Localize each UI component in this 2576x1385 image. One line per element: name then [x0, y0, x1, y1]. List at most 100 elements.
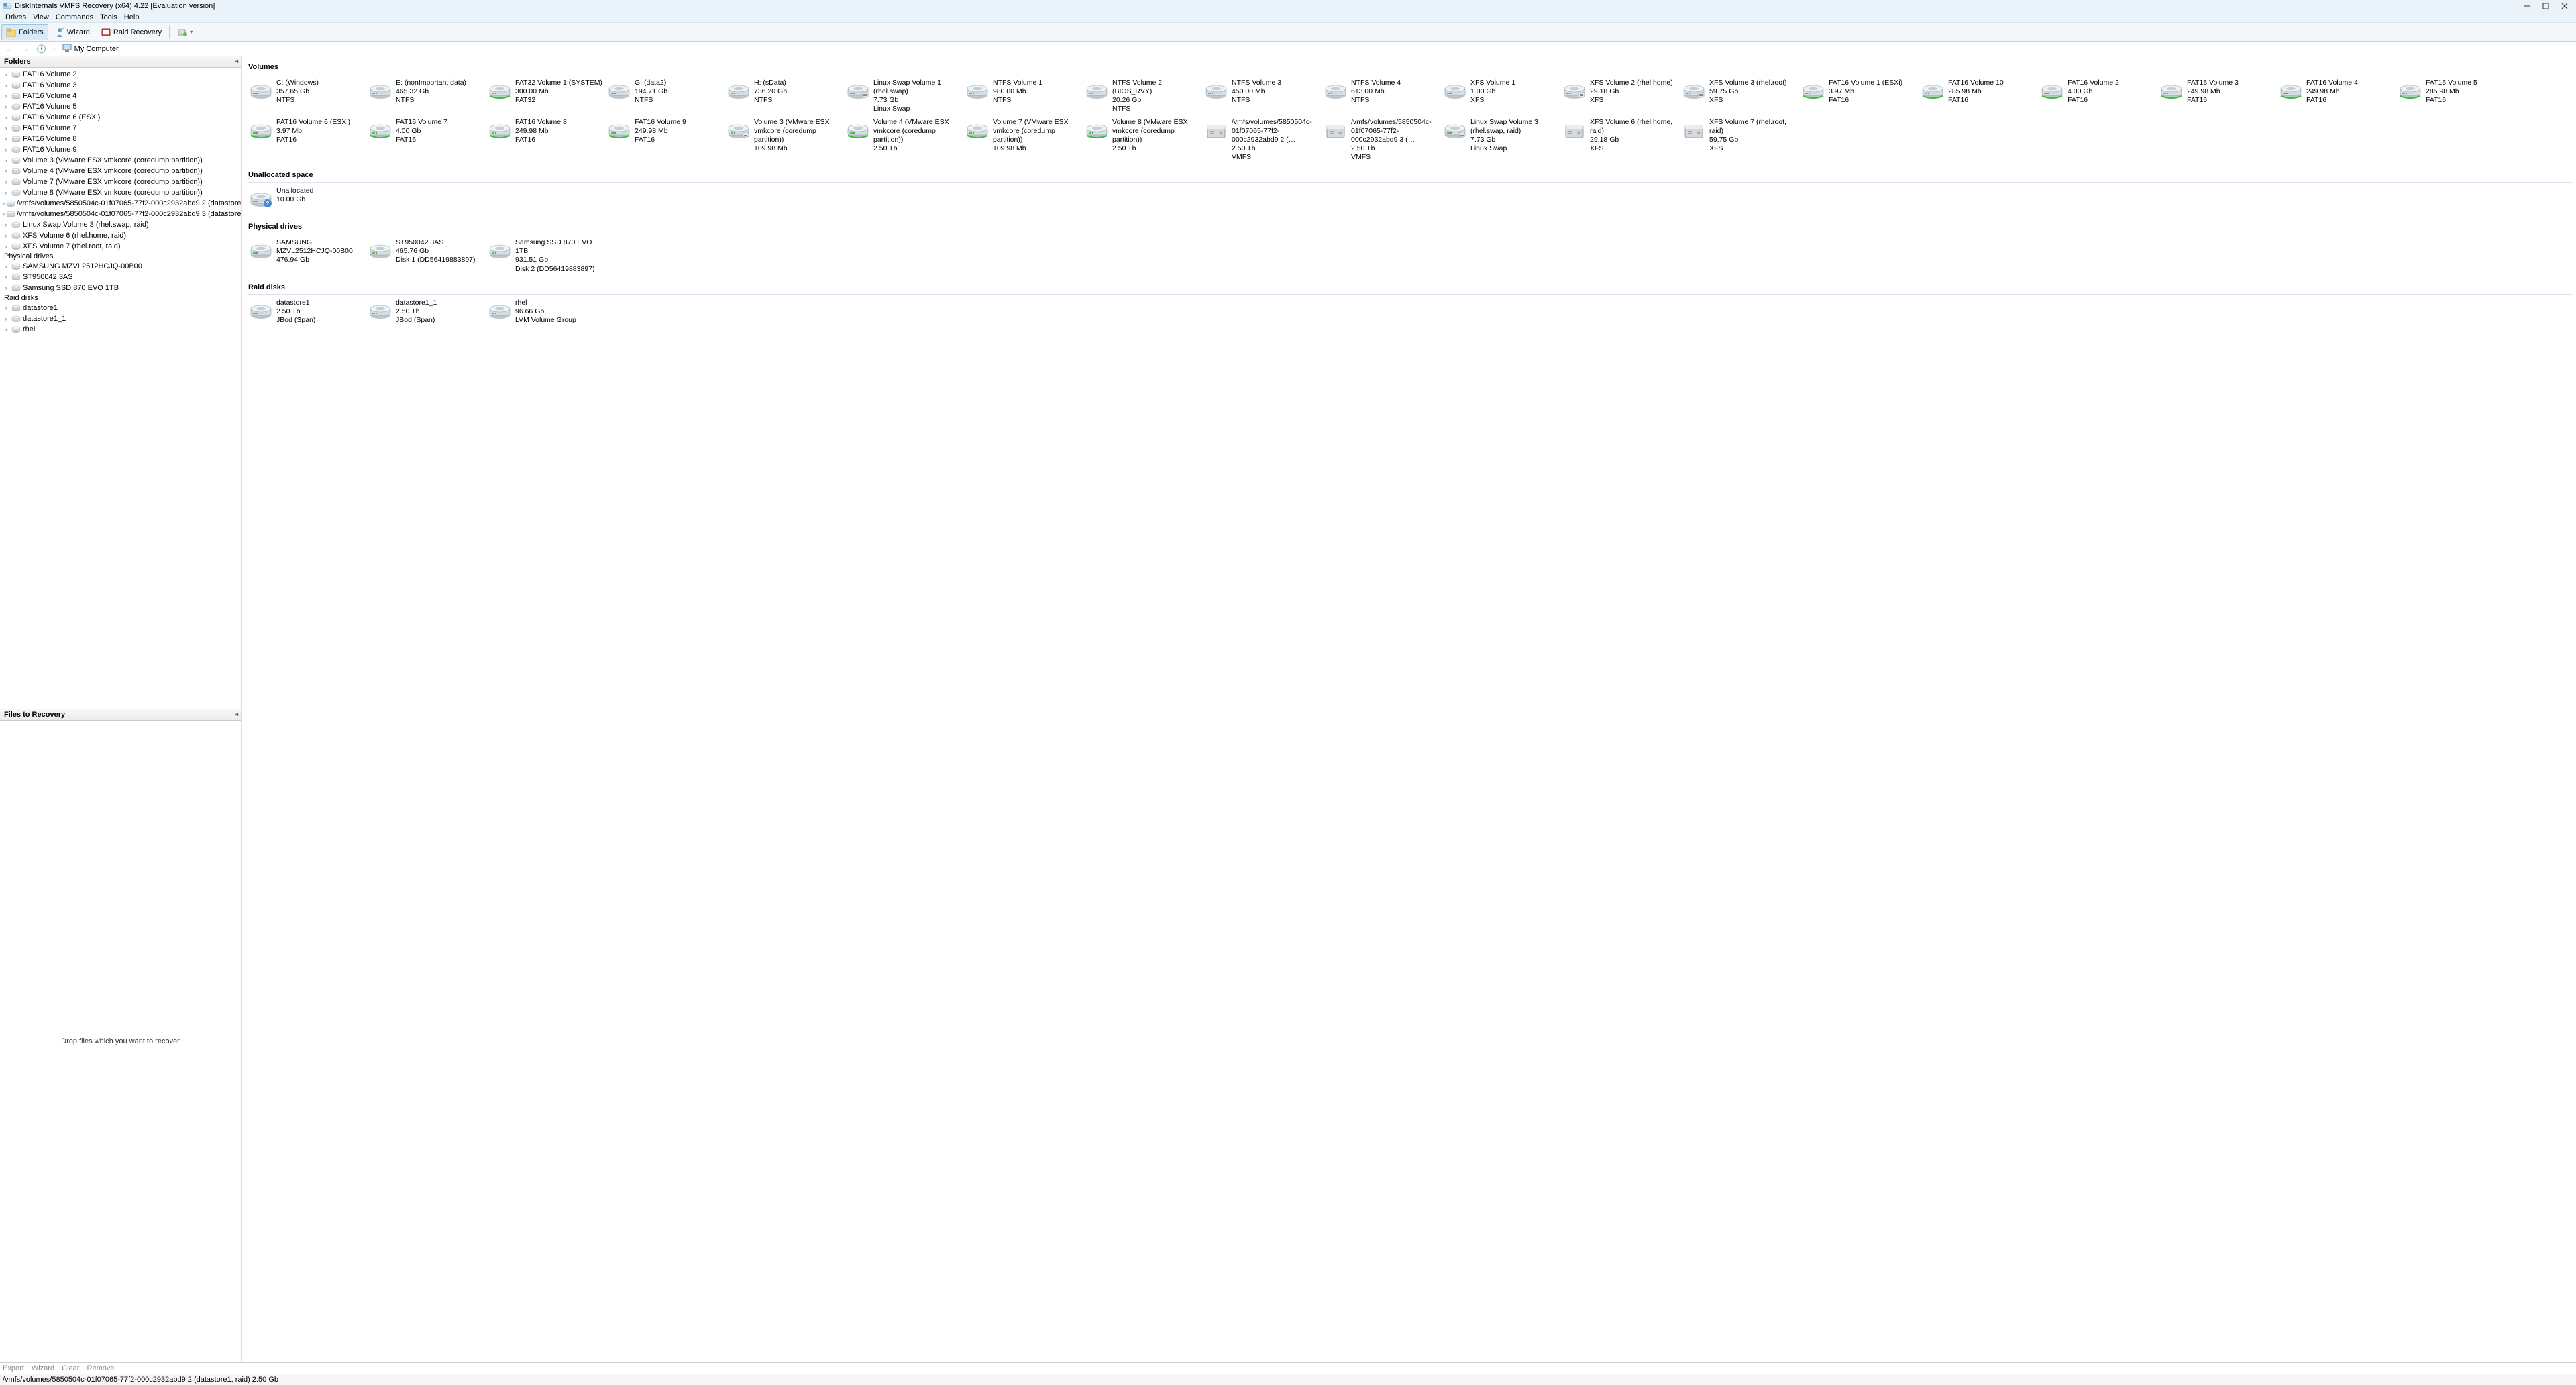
menu-tools[interactable]: Tools: [97, 13, 121, 22]
tree-item[interactable]: › Volume 4 (VMware ESX vmkcore (coredump…: [0, 166, 241, 176]
volume-item[interactable]: FAT16 Volume 7 4.00 Gb FAT16: [366, 117, 486, 164]
expander-icon[interactable]: ›: [3, 178, 9, 185]
tree-item[interactable]: › datastore1: [0, 303, 241, 313]
expander-icon[interactable]: ›: [3, 305, 9, 311]
volume-item[interactable]: Linux Swap Volume 1 (rhel.swap) 7.73 Gb …: [844, 77, 963, 115]
expander-icon[interactable]: ›: [3, 125, 9, 132]
footer-remove[interactable]: Remove: [87, 1364, 115, 1372]
volume-item[interactable]: NTFS Volume 2 (BIOS_RVY) 20.26 Gb NTFS: [1083, 77, 1202, 115]
collapse-icon[interactable]: ◂: [235, 58, 238, 65]
footer-clear[interactable]: Clear: [62, 1364, 79, 1372]
tree-item[interactable]: › FAT16 Volume 7: [0, 123, 241, 134]
expander-icon[interactable]: ›: [3, 71, 9, 78]
collapse-icon[interactable]: ◂: [235, 711, 238, 718]
tree-item[interactable]: › FAT16 Volume 3: [0, 80, 241, 91]
folder-tree[interactable]: › FAT16 Volume 2› FAT16 Volume 3› FAT16 …: [0, 68, 241, 336]
expander-icon[interactable]: ›: [3, 157, 9, 164]
menu-view[interactable]: View: [30, 13, 52, 22]
toolbar-wizard[interactable]: Wizard: [50, 24, 95, 40]
volume-item[interactable]: FAT16 Volume 8 249.98 Mb FAT16: [486, 117, 605, 164]
tree-item[interactable]: › Volume 8 (VMware ESX vmkcore (coredump…: [0, 187, 241, 198]
volume-item[interactable]: XFS Volume 6 (rhel.home, raid) 29.18 Gb …: [1560, 117, 1680, 164]
expander-icon[interactable]: ›: [3, 103, 9, 110]
tree-item[interactable]: › FAT16 Volume 2: [0, 69, 241, 80]
volume-item[interactable]: C: (Windows) 357.65 Gb NTFS: [247, 77, 366, 115]
tree-item[interactable]: › FAT16 Volume 5: [0, 101, 241, 112]
expander-icon[interactable]: ›: [3, 315, 9, 322]
volume-item[interactable]: datastore1_1 2.50 Tb JBod (Span): [366, 297, 486, 327]
footer-wizard[interactable]: Wizard: [32, 1364, 54, 1372]
volume-item[interactable]: Volume 8 (VMware ESX vmkcore (coredump p…: [1083, 117, 1202, 164]
menu-drives[interactable]: Drives: [2, 13, 30, 22]
volume-item[interactable]: Volume 3 (VMware ESX vmkcore (coredump p…: [724, 117, 844, 164]
volume-item[interactable]: XFS Volume 1 1.00 Gb XFS: [1441, 77, 1560, 115]
volume-item[interactable]: NTFS Volume 4 613.00 Mb NTFS: [1322, 77, 1441, 115]
nav-forward[interactable]: →: [21, 44, 30, 54]
history-icon[interactable]: 🕐: [36, 44, 46, 54]
volume-item[interactable]: E: (nonImportant data) 465.32 Gb NTFS: [366, 77, 486, 115]
expander-icon[interactable]: ›: [3, 168, 9, 174]
toolbar-raid[interactable]: Raid Recovery: [96, 24, 166, 40]
volume-item[interactable]: Volume 7 (VMware ESX vmkcore (coredump p…: [963, 117, 1083, 164]
tree-item[interactable]: › datastore1_1: [0, 313, 241, 324]
volume-item[interactable]: NTFS Volume 3 450.00 Mb NTFS: [1202, 77, 1322, 115]
tree-item[interactable]: › /vmfs/volumes/5850504c-01f07065-77f2-0…: [0, 209, 241, 219]
tree-item[interactable]: › FAT16 Volume 8: [0, 134, 241, 144]
maximize-button[interactable]: [2541, 1, 2551, 11]
tree-item[interactable]: › FAT16 Volume 9: [0, 144, 241, 155]
tree-item[interactable]: › XFS Volume 6 (rhel.home, raid): [0, 230, 241, 241]
expander-icon[interactable]: ›: [3, 146, 9, 153]
volume-item[interactable]: Unallocated 10.00 Gb: [247, 185, 366, 215]
volume-item[interactable]: SAMSUNG MZVL2512HCJQ-00B00 476.94 Gb: [247, 237, 366, 275]
volume-item[interactable]: FAT16 Volume 1 (ESXi) 3.97 Mb FAT16: [1799, 77, 1919, 115]
tree-item[interactable]: › FAT16 Volume 4: [0, 91, 241, 101]
expander-icon[interactable]: ›: [3, 221, 9, 228]
volume-item[interactable]: rhel 96.66 Gb LVM Volume Group: [486, 297, 605, 327]
volume-item[interactable]: FAT16 Volume 4 249.98 Mb FAT16: [2277, 77, 2396, 115]
expander-icon[interactable]: ›: [3, 114, 9, 121]
expander-icon[interactable]: ›: [3, 211, 5, 217]
menu-commands[interactable]: Commands: [52, 13, 97, 22]
volume-item[interactable]: ST950042 3AS 465.76 Gb Disk 1 (DD5641988…: [366, 237, 486, 275]
volume-item[interactable]: /vmfs/volumes/5850504c-01f07065-77f2-000…: [1322, 117, 1441, 164]
volume-item[interactable]: NTFS Volume 1 980.00 Mb NTFS: [963, 77, 1083, 115]
tree-item[interactable]: › rhel: [0, 324, 241, 335]
tree-item[interactable]: › XFS Volume 7 (rhel.root, raid): [0, 241, 241, 252]
volume-item[interactable]: FAT16 Volume 6 (ESXi) 3.97 Mb FAT16: [247, 117, 366, 164]
tree-item[interactable]: › ST950042 3AS: [0, 272, 241, 283]
volume-item[interactable]: XFS Volume 2 (rhel.home) 29.18 Gb XFS: [1560, 77, 1680, 115]
expander-icon[interactable]: ›: [3, 200, 5, 207]
volume-item[interactable]: FAT16 Volume 2 4.00 Gb FAT16: [2038, 77, 2157, 115]
volume-item[interactable]: FAT32 Volume 1 (SYSTEM) 300.00 Mb FAT32: [486, 77, 605, 115]
expander-icon[interactable]: ›: [3, 232, 9, 239]
volume-item[interactable]: FAT16 Volume 5 285.98 Mb FAT16: [2396, 77, 2516, 115]
expander-icon[interactable]: ›: [3, 93, 9, 99]
volume-item[interactable]: FAT16 Volume 9 249.98 Mb FAT16: [605, 117, 724, 164]
breadcrumb[interactable]: My Computer: [62, 44, 119, 54]
tree-item[interactable]: › /vmfs/volumes/5850504c-01f07065-77f2-0…: [0, 198, 241, 209]
expander-icon[interactable]: ›: [3, 274, 9, 280]
tree-item[interactable]: › SAMSUNG MZVL2512HCJQ-00B00: [0, 261, 241, 272]
volume-item[interactable]: H: (sData) 736.20 Gb NTFS: [724, 77, 844, 115]
toolbar-folders[interactable]: Folders: [1, 24, 48, 40]
expander-icon[interactable]: ›: [3, 243, 9, 250]
tree-item[interactable]: › Volume 7 (VMware ESX vmkcore (coredump…: [0, 176, 241, 187]
nav-back[interactable]: ←: [5, 44, 14, 54]
menu-help[interactable]: Help: [121, 13, 143, 22]
volume-item[interactable]: Linux Swap Volume 3 (rhel.swap, raid) 7.…: [1441, 117, 1560, 164]
volume-item[interactable]: /vmfs/volumes/5850504c-01f07065-77f2-000…: [1202, 117, 1322, 164]
tree-item[interactable]: › Volume 3 (VMware ESX vmkcore (coredump…: [0, 155, 241, 166]
volume-item[interactable]: FAT16 Volume 3 249.98 Mb FAT16: [2157, 77, 2277, 115]
toolbar-extra[interactable]: ▾: [172, 24, 197, 40]
close-button[interactable]: [2560, 1, 2569, 11]
footer-export[interactable]: Export: [3, 1364, 24, 1372]
expander-icon[interactable]: ›: [3, 285, 9, 291]
tree-item[interactable]: › Linux Swap Volume 3 (rhel.swap, raid): [0, 219, 241, 230]
expander-icon[interactable]: ›: [3, 326, 9, 333]
tree-item[interactable]: › Samsung SSD 870 EVO 1TB: [0, 283, 241, 293]
volume-item[interactable]: Samsung SSD 870 EVO 1TB 931.51 Gb Disk 2…: [486, 237, 605, 275]
tree-item[interactable]: › FAT16 Volume 6 (ESXi): [0, 112, 241, 123]
volume-item[interactable]: XFS Volume 3 (rhel.root) 59.75 Gb XFS: [1680, 77, 1799, 115]
drop-area[interactable]: Drop files which you want to recover: [0, 721, 241, 1362]
volume-item[interactable]: FAT16 Volume 10 285.98 Mb FAT16: [1919, 77, 2038, 115]
